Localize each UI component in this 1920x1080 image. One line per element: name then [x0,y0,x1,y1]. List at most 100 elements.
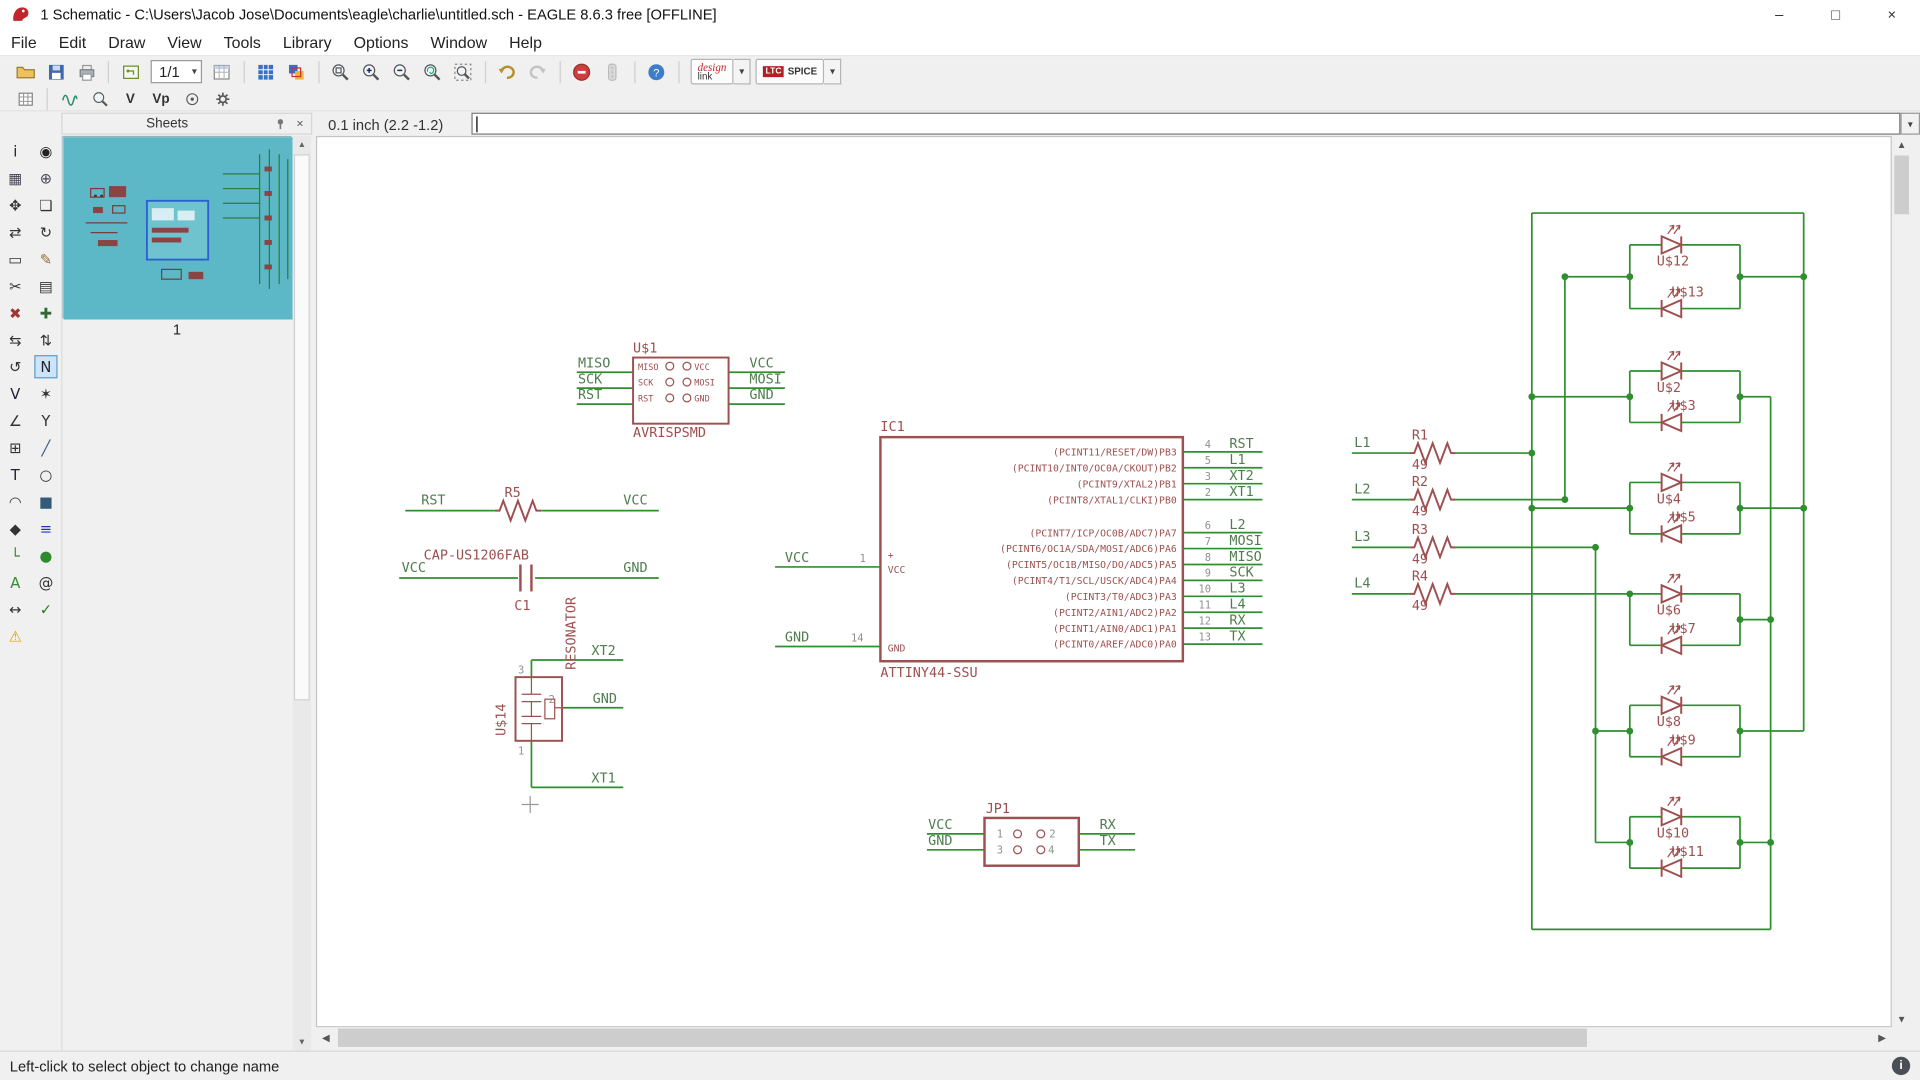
polygon-tool-icon[interactable]: ◆ [4,517,27,540]
schematic-text[interactable]: 10 [1199,584,1212,596]
part-r5[interactable]: R5 RST VCC [421,486,647,520]
schematic-text[interactable]: U$4 [1657,492,1681,507]
pin-pad[interactable] [683,378,691,386]
schematic-text[interactable]: U$11 [1671,845,1703,860]
menu-tools[interactable]: Tools [213,31,272,54]
rect-tool-icon[interactable]: ■ [34,490,57,513]
net-tool-icon[interactable]: └ [4,544,27,567]
schematic-text[interactable]: TX [1229,629,1245,644]
junction-dot[interactable] [1737,616,1744,623]
menu-window[interactable]: Window [419,31,498,54]
schematic-text[interactable]: SCK [1229,566,1254,581]
sheet-selector[interactable]: 1/1 ▾ [151,60,202,83]
simulate-button[interactable] [55,88,83,110]
junction-dot[interactable] [1528,393,1535,400]
status-info-icon[interactable]: i [1892,1057,1910,1075]
schematic-text[interactable]: L3 [1354,530,1370,545]
net-label[interactable]: VCC [623,493,647,508]
rotate-tool-icon[interactable]: ↻ [34,220,57,243]
wire-tool-icon[interactable]: ╱ [34,436,57,459]
pinswap-tool-icon[interactable]: ⇆ [4,328,27,351]
phase-probe-button[interactable]: Vp [147,88,175,110]
schematic-text[interactable]: RX [1229,613,1245,628]
schematic-text[interactable]: L4 [1229,598,1245,613]
minimize-button[interactable]: – [1751,0,1807,29]
design-link-button[interactable]: design link [690,59,733,85]
part-outline[interactable] [984,818,1078,866]
schematic-text[interactable]: L4 [1354,577,1370,592]
junction-dot[interactable] [1626,393,1633,400]
scroll-up-arrow[interactable]: ▲ [293,136,311,153]
mirror-tool-icon[interactable]: ⇄ [4,220,27,243]
net-label[interactable]: RX [1100,818,1116,833]
circle-tool-icon[interactable]: ○ [34,463,57,486]
led-symbol[interactable] [1662,797,1682,825]
scrollbar-track[interactable] [336,1027,1873,1048]
net-label[interactable]: RST [578,388,602,403]
zoom-in-button[interactable] [357,58,385,85]
part-name[interactable]: IC1 [880,420,904,435]
led-symbol[interactable] [1662,686,1682,714]
design-link-dropdown[interactable]: ▾ [734,59,751,85]
part-ic1-attiny44[interactable]: IC1 ATTINY44-SSU VCC 1 + VCC GND 14 GND … [785,420,1262,681]
sheets-panel-scrollbar[interactable]: ▲ ▼ [293,136,311,1051]
part-value[interactable]: CAP-US1206FAB [424,549,529,564]
help-button[interactable]: ? [642,58,670,85]
part-c1[interactable]: CAP-US1206FAB C1 VCC GND [402,549,648,614]
led-symbol[interactable] [1662,351,1682,379]
info-tool-icon[interactable]: i [4,140,27,163]
replace-tool-icon[interactable]: ⇅ [34,328,57,351]
net-label[interactable]: SCK [578,372,603,387]
net-label[interactable]: VCC [785,551,809,566]
pin-pad[interactable] [1037,846,1045,854]
schematic-text[interactable]: R1 [1412,429,1428,444]
schematic-text[interactable]: U$9 [1671,733,1695,748]
net-label[interactable]: GND [593,692,617,707]
move-tool-icon[interactable]: ✥ [4,193,27,216]
schematic-text[interactable]: 8 [1205,552,1211,564]
menu-help[interactable]: Help [498,31,553,54]
scroll-left-arrow[interactable]: ◀ [316,1027,336,1048]
scrollbar-thumb[interactable] [294,154,310,700]
schematic-text[interactable]: (PCINT11/RESET/DW)PB3 [1053,448,1177,459]
schematic-text[interactable]: 3 [1205,471,1211,483]
schematic-text[interactable]: 7 [1205,536,1211,548]
name-tool-icon[interactable]: N [34,355,57,378]
print-button[interactable] [72,58,100,85]
net-label[interactable]: XT1 [591,771,615,786]
command-history-dropdown[interactable]: ▾ [1900,113,1920,135]
invoke-tool-icon[interactable]: ⊞ [4,436,27,459]
schematic-text[interactable]: (PCINT3/T0/ADC3)PA3 [1065,592,1177,603]
part-value[interactable]: ATTINY44-SSU [880,666,977,681]
schematic-text[interactable]: L3 [1229,582,1245,597]
layer-settings-button[interactable] [208,58,236,85]
delete-tool-icon[interactable]: ✖ [4,301,27,324]
zoom-redraw-button[interactable] [418,58,446,85]
text-tool-icon[interactable]: T [4,463,27,486]
grid-settings-button[interactable] [11,88,39,110]
schematic-text[interactable]: MOSI [1229,534,1261,549]
schematic-text[interactable]: 49 [1412,505,1428,520]
show-tool-icon[interactable]: ◉ [34,140,57,163]
gateswap-tool-icon[interactable]: ↺ [4,355,27,378]
redo-button[interactable] [524,58,552,85]
layer-colors-button[interactable] [282,58,310,85]
schematic-text[interactable]: (PCINT8/XTAL1/CLKI)PB0 [1047,495,1177,506]
schematic-text[interactable]: 13 [1199,631,1212,643]
voltage-probe-button[interactable]: V [116,88,144,110]
junction-dot[interactable] [1626,505,1633,512]
net-label[interactable]: MOSI [749,372,781,387]
junction-dot[interactable] [1561,496,1568,503]
schematic-text[interactable]: 5 [1205,455,1211,467]
junction-dot[interactable] [1561,273,1568,280]
schematic-text[interactable]: (PCINT4/T1/SCL/USCK/ADC4)PA4 [1012,576,1177,587]
schematic-text[interactable]: R3 [1412,523,1428,538]
use-library-button[interactable] [116,58,144,85]
junction-dot[interactable] [1626,839,1633,846]
junction-dot[interactable] [1626,728,1633,735]
schematic-text[interactable]: U$5 [1671,511,1695,526]
schematic-text[interactable]: (PCINT1/AIN0/ADC1)PA1 [1053,624,1177,635]
junction-dot[interactable] [1528,505,1535,512]
zoom-tool-button[interactable] [86,88,114,110]
schematic-text[interactable]: 49 [1412,552,1428,567]
